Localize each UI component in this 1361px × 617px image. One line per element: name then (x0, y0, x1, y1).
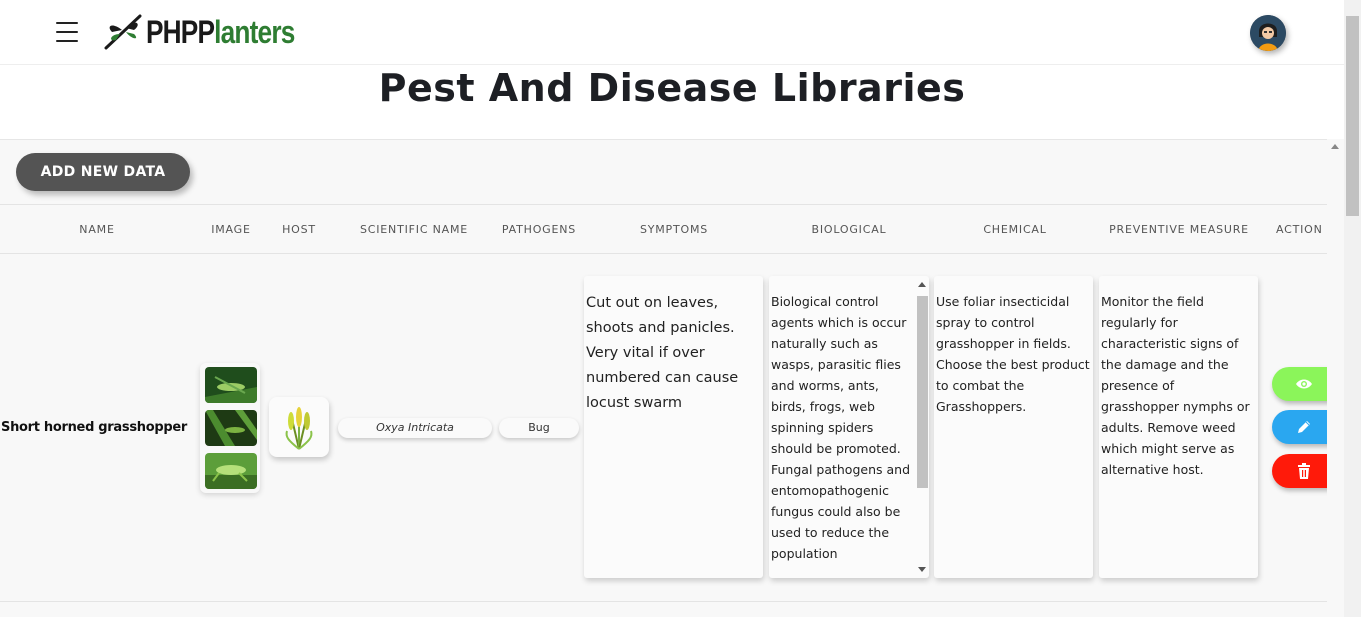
pest-image-3[interactable] (205, 453, 257, 489)
pencil-icon (1298, 421, 1310, 433)
table-header: NAME IMAGE HOST SCIENTIFIC NAME PATHOGEN… (0, 204, 1327, 254)
column-header-chemical: CHEMICAL (983, 223, 1047, 236)
table-scrollbar[interactable] (1327, 139, 1344, 617)
page-scroll-thumb[interactable] (1346, 16, 1359, 216)
image-thumbnails (200, 363, 260, 493)
host-image[interactable] (269, 397, 329, 457)
symptoms-card: Cut out on leaves, shoots and panicles. … (584, 276, 763, 578)
biological-text: Biological control agents which is occur… (771, 294, 911, 561)
eye-icon (1296, 379, 1312, 389)
top-navbar: PHPPlanters (0, 0, 1344, 65)
pest-image-1[interactable] (205, 367, 257, 403)
trash-icon (1298, 463, 1310, 479)
column-header-symptoms: SYMPTOMS (639, 223, 709, 236)
row-divider (0, 601, 1327, 602)
symptoms-text: Cut out on leaves, shoots and panicles. … (586, 295, 739, 411)
chemical-text: Use foliar insecticidal spray to control… (936, 294, 1090, 414)
page-title: Pest And Disease Libraries (378, 66, 966, 110)
view-button[interactable] (1272, 367, 1327, 401)
column-header-pathogens: PATHOGENS (501, 223, 577, 236)
logo-text: PHPPlanters (146, 13, 295, 50)
pest-image-2[interactable] (205, 410, 257, 446)
scroll-thumb[interactable] (917, 296, 928, 488)
column-header-preventive-measure: PREVENTIVE MEASURE (1109, 223, 1249, 236)
scroll-up-arrow-icon[interactable] (918, 282, 926, 287)
menu-icon[interactable] (56, 22, 78, 44)
user-avatar[interactable] (1250, 15, 1286, 51)
column-header-host: HOST (282, 223, 316, 236)
chemical-card: Use foliar insecticidal spray to control… (934, 276, 1093, 578)
library-panel: ADD NEW DATA NAME IMAGE HOST SCIENTIFIC … (0, 139, 1327, 617)
add-new-data-button[interactable]: ADD NEW DATA (16, 153, 190, 191)
edit-button[interactable] (1272, 410, 1327, 444)
row-name: Short horned grasshopper (1, 420, 187, 435)
delete-button[interactable] (1272, 454, 1327, 488)
column-header-name: NAME (79, 223, 115, 236)
page-scrollbar[interactable] (1344, 0, 1361, 617)
scroll-down-arrow-icon[interactable] (918, 567, 926, 572)
scientific-name-badge: Oxya Intricata (338, 418, 492, 438)
dragonfly-icon (104, 14, 142, 50)
preventive-measure-text: Monitor the field regularly for characte… (1101, 294, 1250, 477)
biological-card: Biological control agents which is occur… (769, 276, 929, 578)
column-header-action: ACTION (1276, 223, 1323, 236)
pathogens-badge: Bug (499, 418, 579, 438)
column-header-image: IMAGE (211, 223, 251, 236)
biological-scrollbar[interactable] (916, 279, 928, 575)
column-header-biological: BIOLOGICAL (811, 223, 887, 236)
user-avatar-icon (1250, 15, 1286, 51)
preventive-measure-card: Monitor the field regularly for characte… (1099, 276, 1258, 578)
logo[interactable]: PHPPlanters (102, 12, 327, 52)
scroll-up-arrow-icon[interactable] (1331, 144, 1339, 149)
column-header-scientific-name: SCIENTIFIC NAME (360, 223, 468, 236)
